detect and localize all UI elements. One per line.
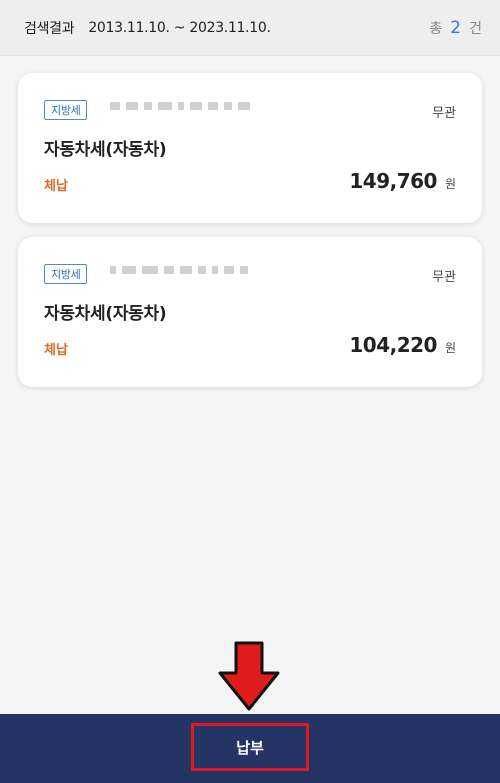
tax-title: 자동차세(자동차) [44,304,167,324]
tax-title: 자동차세(자동차) [44,140,167,160]
relation-status: 무관 [432,106,456,121]
search-result-header: 검색결과 2013.11.10. ~ 2023.11.10. 총 2 건 [0,0,500,56]
count-prefix: 총 [429,20,443,37]
tax-amount: 104,220 [349,333,437,357]
result-count: 총 2 건 [429,18,482,38]
tax-result-card[interactable]: 지방세 무관 자동차세(자동차) 체납 149,760 원 [18,73,482,223]
search-date-range: 2013.11.10. ~ 2023.11.10. [88,19,271,36]
count-value: 2 [450,17,462,38]
currency-unit: 원 [444,341,456,355]
tax-amount: 149,760 [349,169,437,193]
search-result-label: 검색결과 [24,20,75,37]
masked-info [110,102,250,110]
payment-status: 체납 [44,343,68,358]
amount-group: 104,220 원 [349,333,456,357]
amount-group: 149,760 원 [349,169,456,193]
currency-unit: 원 [444,177,456,191]
payment-status: 체납 [44,179,68,194]
tax-result-card[interactable]: 지방세 무관 자동차세(자동차) 체납 104,220 원 [18,237,482,387]
count-suffix: 건 [469,20,482,37]
bottom-action-bar: 납부 [0,714,500,783]
pay-button[interactable]: 납부 [191,723,309,771]
down-arrow-icon [218,641,280,711]
masked-info [110,266,248,274]
relation-status: 무관 [432,270,456,285]
tax-type-tag: 지방세 [44,100,88,120]
tax-type-tag: 지방세 [44,264,88,284]
